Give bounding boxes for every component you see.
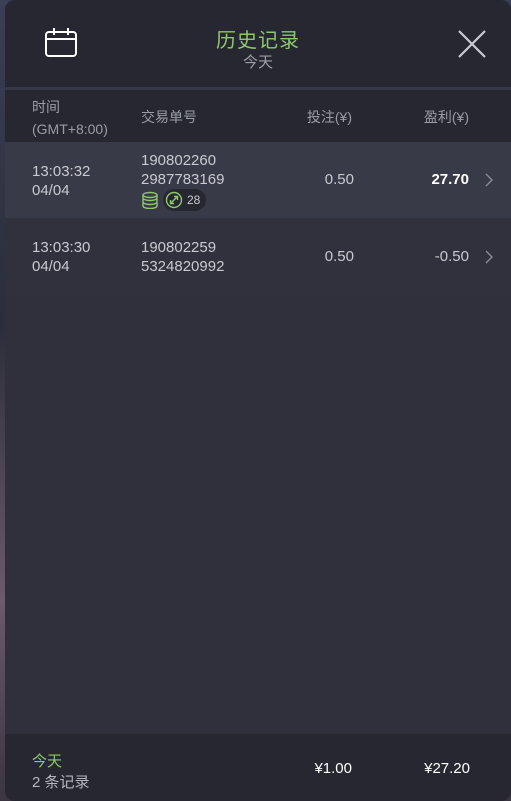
row-order-line2: 2987783169 xyxy=(141,171,225,188)
row-order-line2: 5324820992 xyxy=(141,258,225,275)
page-subtitle: 今天 xyxy=(242,54,273,71)
column-header-order: 交易单号 xyxy=(141,109,197,125)
multiplier-badge: 28 xyxy=(163,189,207,211)
column-header-time: 时间 (GMT+8:00) xyxy=(32,96,108,140)
row-stake: 0.50 xyxy=(324,171,354,188)
panel-header: 历史记录 今天 xyxy=(5,0,511,90)
row-profit: 27.70 xyxy=(431,171,469,188)
row-date-value: 04/04 xyxy=(32,258,70,275)
close-button[interactable] xyxy=(454,26,490,62)
row-time-value: 13:03:32 xyxy=(32,163,91,180)
page-title: 历史记录 xyxy=(216,30,300,52)
column-header-stake: 投注(¥) xyxy=(306,109,352,125)
column-header-profit: 盈利(¥) xyxy=(423,109,469,125)
close-icon xyxy=(458,30,486,58)
history-panel: 历史记录 今天 时间 (GMT+8:00) 交易单号 投注(¥) 盈利(¥) 1… xyxy=(5,0,511,801)
footer-record-count: 2 条记录 xyxy=(32,774,90,791)
row-stake: 0.50 xyxy=(324,248,354,265)
row-order-number: 190802260 2987783169 xyxy=(141,151,224,189)
multiplier-icon xyxy=(165,191,183,209)
coins-icon xyxy=(142,191,158,209)
row-date-value: 04/04 xyxy=(32,182,70,199)
row-order-number: 190802259 5324820992 xyxy=(141,238,224,276)
row-order-line1: 190802259 xyxy=(141,239,217,256)
multiplier-count: 28 xyxy=(187,193,201,207)
chevron-right-icon xyxy=(485,173,493,187)
table-row[interactable]: 13:03:32 04/04 190802260 2987783169 28 0… xyxy=(5,142,511,218)
row-time-value: 13:03:30 xyxy=(32,239,91,256)
chevron-right-icon xyxy=(485,250,493,264)
footer-total-profit: ¥27.20 xyxy=(424,760,470,777)
table-row[interactable]: 13:03:30 04/04 190802259 5324820992 0.50… xyxy=(5,218,511,296)
column-header-time-label: 时间 xyxy=(32,99,60,115)
footer-total-stake: ¥1.00 xyxy=(314,760,352,777)
table-header: 时间 (GMT+8:00) 交易单号 投注(¥) 盈利(¥) xyxy=(5,90,511,142)
footer-period: 今天 xyxy=(32,753,63,770)
column-header-timezone: (GMT+8:00) xyxy=(32,121,108,137)
row-order-line1: 190802260 xyxy=(141,152,217,169)
row-time: 13:03:30 04/04 xyxy=(32,238,90,276)
row-time: 13:03:32 04/04 xyxy=(32,162,90,200)
summary-footer: 今天 2 条记录 ¥1.00 ¥27.20 xyxy=(5,734,511,801)
row-profit: -0.50 xyxy=(434,248,469,265)
